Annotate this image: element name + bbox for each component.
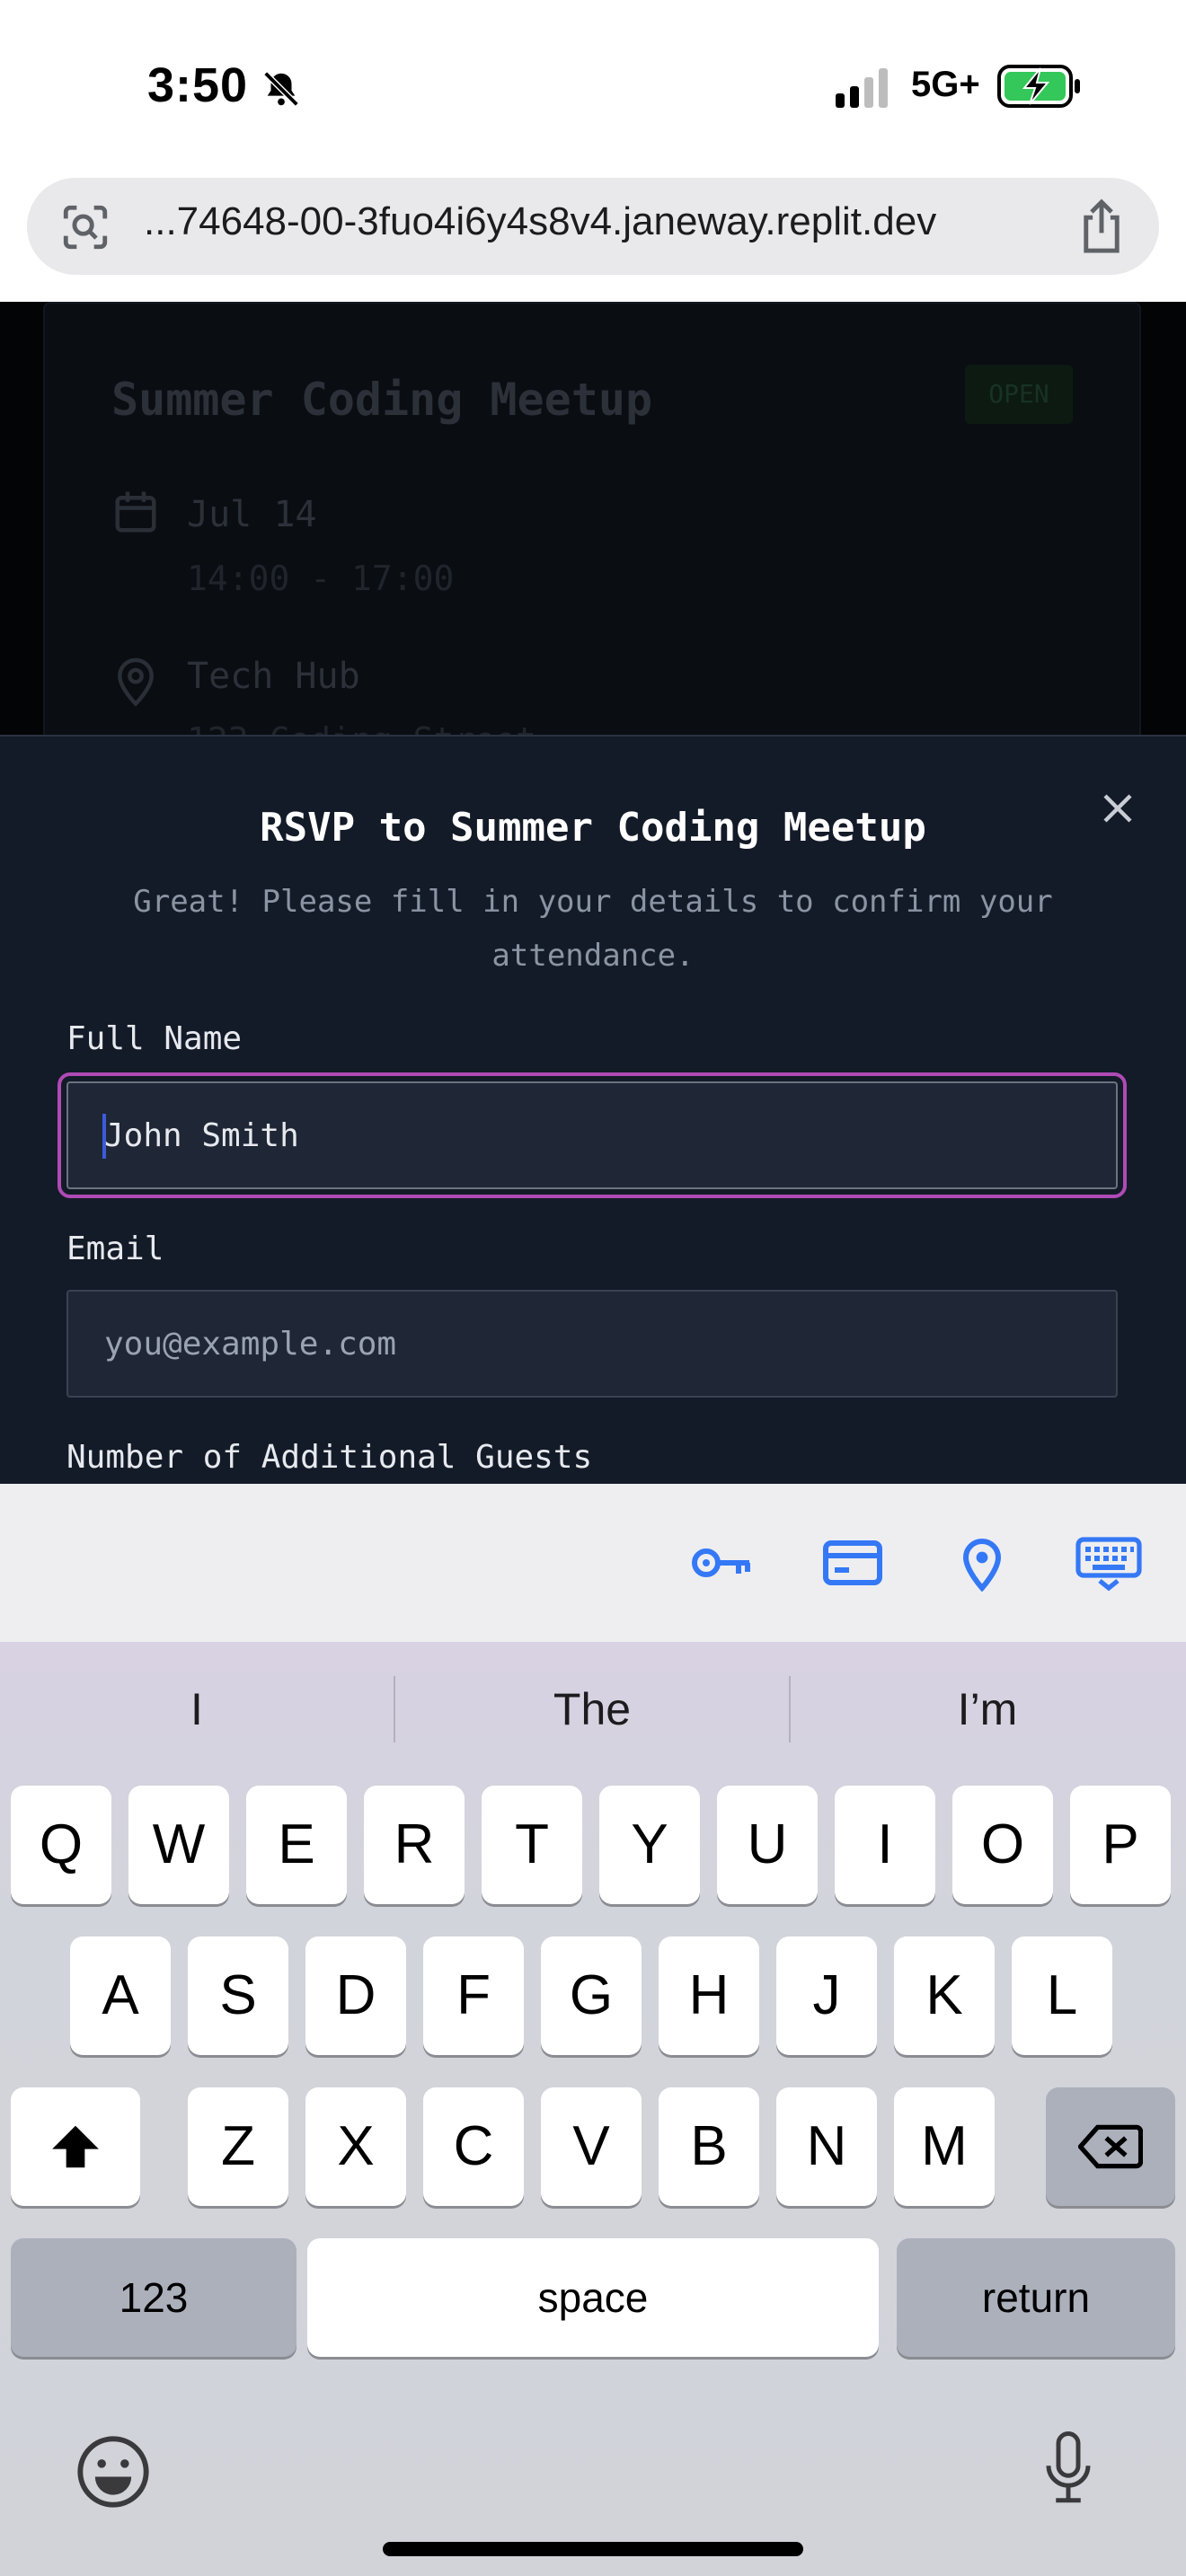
shift-arrow-icon xyxy=(52,2125,99,2168)
full-name-value: John Smith xyxy=(104,1117,299,1154)
passwords-key-icon[interactable] xyxy=(690,1534,755,1592)
key-k[interactable]: K xyxy=(894,1936,995,2055)
key-l[interactable]: L xyxy=(1012,1936,1112,2055)
key-i[interactable]: I xyxy=(835,1786,935,1904)
key-r[interactable]: R xyxy=(364,1786,465,1904)
backspace-icon xyxy=(1076,2124,1144,2169)
key-u[interactable]: U xyxy=(717,1786,818,1904)
emoji-icon[interactable] xyxy=(74,2432,153,2511)
key-q[interactable]: Q xyxy=(11,1786,111,1904)
event-venue: Tech Hub xyxy=(187,656,360,697)
space-key[interactable]: space xyxy=(307,2238,879,2357)
key-b[interactable]: B xyxy=(659,2087,759,2206)
key-x[interactable]: X xyxy=(305,2087,406,2206)
key-j[interactable]: J xyxy=(776,1936,877,2055)
suggestion-3[interactable]: I’m xyxy=(791,1669,1184,1750)
share-icon[interactable] xyxy=(1075,198,1128,255)
email-label: Email xyxy=(66,1231,164,1267)
cellular-signal-icon xyxy=(836,68,888,108)
shift-key[interactable] xyxy=(11,2087,140,2206)
event-page-backdrop: Summer Coding Meetup OPEN Jul 14 14:00 -… xyxy=(0,302,1186,737)
key-s[interactable]: S xyxy=(188,1936,288,2055)
network-type: 5G+ xyxy=(911,65,980,104)
rsvp-dialog: RSVP to Summer Coding Meetup Great! Plea… xyxy=(0,735,1186,1484)
key-m[interactable]: M xyxy=(894,2087,995,2206)
key-h[interactable]: H xyxy=(659,1936,759,2055)
key-p[interactable]: P xyxy=(1070,1786,1171,1904)
address-bar[interactable]: ...74648-00-3fuo4i6y4s8v4.janeway.replit… xyxy=(27,178,1159,275)
guests-label: Number of Additional Guests xyxy=(66,1439,593,1476)
microphone-icon[interactable] xyxy=(1039,2423,1098,2513)
battery-charging-icon xyxy=(997,65,1080,108)
key-n[interactable]: N xyxy=(776,2087,877,2206)
key-z[interactable]: Z xyxy=(188,2087,288,2206)
dialog-description: Great! Please fill in your details to co… xyxy=(133,884,1053,974)
key-d[interactable]: D xyxy=(305,1936,406,2055)
credit-card-icon[interactable] xyxy=(821,1534,884,1592)
key-a[interactable]: A xyxy=(70,1936,171,2055)
key-g[interactable]: G xyxy=(541,1936,642,2055)
calendar-icon xyxy=(115,491,156,533)
suggestion-1[interactable]: I xyxy=(0,1669,394,1750)
dialog-title: RSVP to Summer Coding Meetup xyxy=(260,805,926,851)
status-time: 3:50 xyxy=(147,58,249,112)
keyboard-accessory-bar xyxy=(0,1484,1186,1642)
home-indicator[interactable] xyxy=(383,2542,803,2556)
key-y[interactable]: Y xyxy=(599,1786,700,1904)
key-w[interactable]: W xyxy=(128,1786,229,1904)
delete-key[interactable] xyxy=(1046,2087,1175,2206)
event-title: Summer Coding Meetup xyxy=(111,374,653,426)
event-time: 14:00 - 17:00 xyxy=(187,559,455,598)
suggestion-2[interactable]: The xyxy=(395,1669,789,1750)
email-placeholder: you@example.com xyxy=(104,1326,397,1363)
key-c[interactable]: C xyxy=(423,2087,524,2206)
key-o[interactable]: O xyxy=(952,1786,1053,1904)
ios-keyboard: I The I’m Q W E R T Y U I O P A S D F G … xyxy=(0,1642,1186,2576)
url-text[interactable]: ...74648-00-3fuo4i6y4s8v4.janeway.replit… xyxy=(144,199,936,244)
event-date: Jul 14 xyxy=(187,494,317,535)
return-key[interactable]: return xyxy=(897,2238,1175,2357)
key-e[interactable]: E xyxy=(246,1786,347,1904)
numbers-key[interactable]: 123 xyxy=(11,2238,296,2357)
silent-bell-icon xyxy=(263,71,299,107)
keyboard-dismiss-icon[interactable] xyxy=(1075,1534,1143,1592)
full-name-label: Full Name xyxy=(66,1020,243,1057)
key-v[interactable]: V xyxy=(541,2087,642,2206)
key-t[interactable]: T xyxy=(482,1786,582,1904)
browser-chrome: 3:50 5G+ ...74648-00-3fuo4i6y4s8v4.janew… xyxy=(0,0,1186,302)
location-icon[interactable] xyxy=(958,1534,1006,1592)
location-pin-icon xyxy=(118,657,154,707)
status-badge: OPEN xyxy=(965,365,1073,424)
email-input[interactable]: you@example.com xyxy=(66,1290,1118,1398)
key-f[interactable]: F xyxy=(423,1936,524,2055)
full-name-input[interactable]: John Smith xyxy=(58,1072,1127,1198)
visual-lookup-icon[interactable] xyxy=(59,201,111,253)
